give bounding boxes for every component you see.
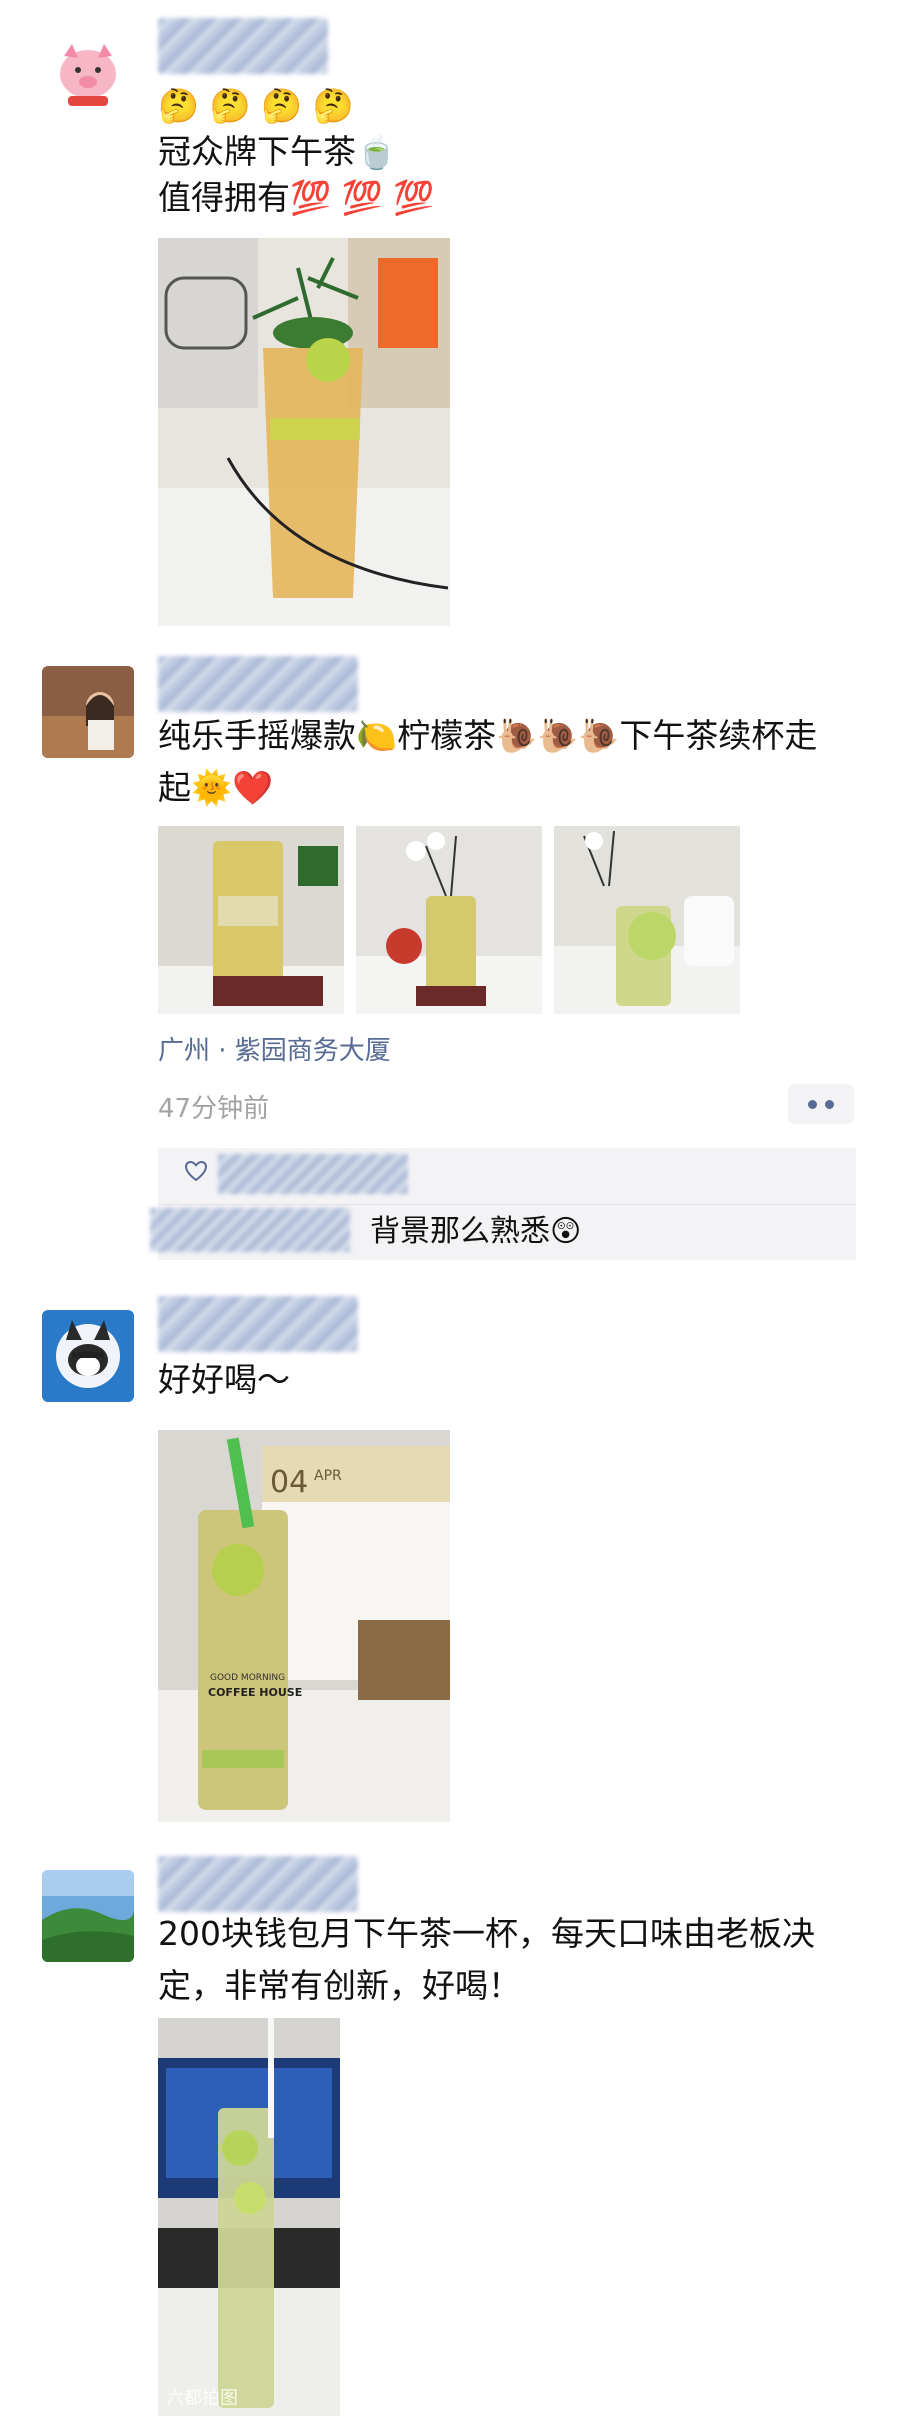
landscape-avatar-icon <box>42 1870 134 1962</box>
moment-post: 好好喝～ 04 APR GOOD MORNING COFFEE HOUSE <box>0 1280 900 1850</box>
cup-print-line-1: GOOD MORNING <box>210 1673 285 1683</box>
post-photo[interactable] <box>356 826 542 1014</box>
pig-avatar-icon <box>42 32 134 124</box>
comment-author-blurred[interactable] <box>150 1208 350 1252</box>
post-photo[interactable]: 六都拍图 <box>158 2018 340 2416</box>
calendar-month: APR <box>314 1468 342 1484</box>
post-photo[interactable] <box>158 826 344 1014</box>
post-text-line-2: 值得拥有💯 💯 💯 <box>158 178 435 217</box>
avatar[interactable] <box>42 1870 134 1962</box>
calendar-day: 04 <box>270 1465 308 1500</box>
avatar[interactable] <box>42 666 134 758</box>
moment-post: 纯乐手摇爆款🍋柠檬茶🐌🐌🐌下午茶续杯走起🌞❤️ 广州 · 紫园商务大厦 47分钟… <box>0 640 900 1280</box>
post-photo[interactable]: 04 APR GOOD MORNING COFFEE HOUSE <box>158 1430 450 1822</box>
post-photo[interactable] <box>158 238 450 626</box>
blurred-username[interactable] <box>158 1296 358 1352</box>
likes-names-blurred[interactable] <box>218 1154 408 1194</box>
watermark-text: 六都拍图 <box>166 2388 238 2409</box>
blurred-username[interactable] <box>158 18 328 74</box>
more-actions-button[interactable] <box>788 1084 854 1124</box>
post-text: 200块钱包月下午茶一杯，每天口味由老板决定，非常有创新，好喝！ <box>158 1914 815 2005</box>
heart-outline-icon[interactable] <box>184 1160 208 1182</box>
post-emoji-line: 🤔 🤔 🤔 🤔 <box>158 86 354 125</box>
moment-post: 200块钱包月下午茶一杯，每天口味由老板决定，非常有创新，好喝！ 六都拍图 <box>0 1850 900 2422</box>
blurred-username[interactable] <box>158 656 358 712</box>
more-dot-icon <box>808 1099 817 1109</box>
post-location[interactable]: 广州 · 紫园商务大厦 <box>158 1030 391 1067</box>
post-photo[interactable] <box>554 826 740 1014</box>
post-timestamp: 47分钟前 <box>158 1094 270 1124</box>
post-text: 好好喝～ <box>158 1360 290 1399</box>
cup-print-line-2: COFFEE HOUSE <box>208 1686 302 1699</box>
post-text-line-1: 冠众牌下午茶🍵 <box>158 132 398 171</box>
cartoon-dog-avatar-icon <box>42 1310 134 1402</box>
avatar[interactable] <box>42 32 134 124</box>
portrait-avatar-icon <box>42 666 134 758</box>
more-dot-icon <box>825 1099 834 1109</box>
comment-divider <box>158 1204 856 1205</box>
blurred-username[interactable] <box>158 1856 358 1912</box>
avatar[interactable] <box>42 1310 134 1402</box>
comment-text: 背景那么熟悉😲 <box>370 1214 582 1249</box>
moment-post: 🤔 🤔 🤔 🤔 冠众牌下午茶🍵 值得拥有💯 💯 💯 <box>0 0 900 640</box>
post-text: 纯乐手摇爆款🍋柠檬茶🐌🐌🐌下午茶续杯走起🌞❤️ <box>158 716 818 807</box>
comment-box: 背景那么熟悉😲 <box>150 1148 856 1260</box>
